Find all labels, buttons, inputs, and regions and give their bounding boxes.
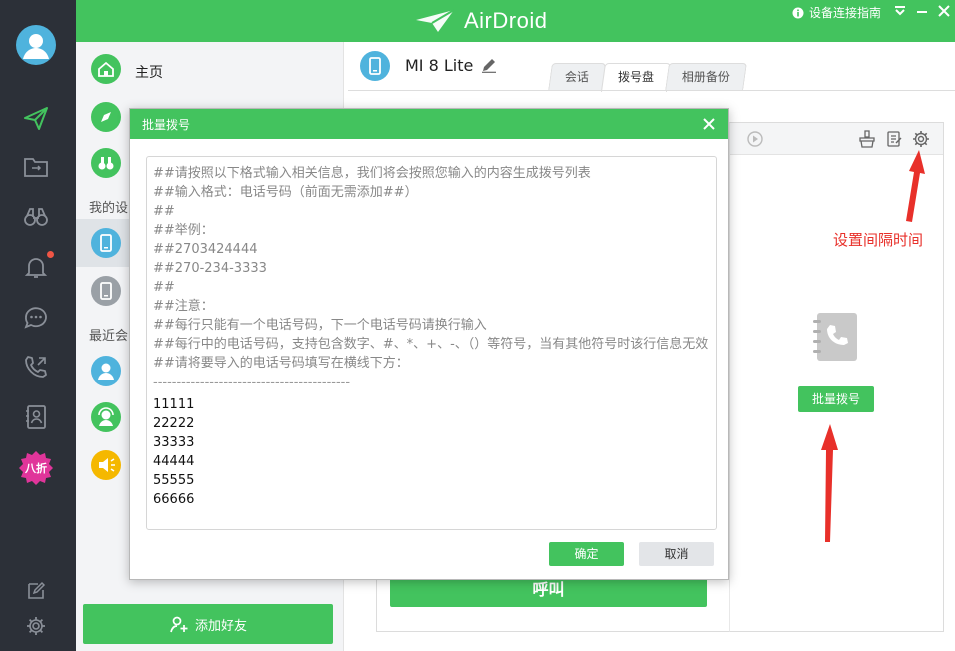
phone-number-entry: 44444	[153, 454, 195, 469]
dialog-title: 批量拨号	[142, 118, 191, 132]
dialog-close-icon[interactable]	[702, 117, 716, 131]
instruction-line: ##270-234-3333	[153, 261, 267, 276]
number-list: 11111 22222 33333 44444 55555 66666	[153, 395, 710, 509]
cancel-button[interactable]: 取消	[639, 542, 714, 566]
phone-number-entry: 33333	[153, 435, 195, 450]
dialog-header: 批量拨号	[130, 109, 728, 139]
phone-number-entry: 11111	[153, 397, 195, 412]
instruction-line: ##请将要导入的电话号码填写在横线下方：	[153, 356, 409, 371]
instruction-line: ##每行中的电话号码，支持包含数字、#、*、+、-、（）等符号，当有其他符号时该…	[153, 337, 709, 352]
instruction-line: ##2703424444	[153, 242, 258, 257]
phone-number-entry: 55555	[153, 473, 195, 488]
instruction-line: ##注意：	[153, 299, 214, 314]
instruction-line: ##举例：	[153, 223, 214, 238]
instruction-line: ##	[153, 280, 175, 295]
separator-line: ----------------------------------------…	[153, 375, 351, 390]
arrow-to-gear	[906, 150, 925, 222]
confirm-button[interactable]: 确定	[549, 542, 624, 566]
arrow-to-batch-button	[821, 424, 838, 542]
instruction-line: ##输入格式：电话号码（前面无需添加##）	[153, 185, 418, 200]
phone-number-entry: 66666	[153, 492, 195, 507]
phone-number-textarea[interactable]: ##请按照以下格式输入相关信息，我们将会按照您输入的内容生成拨号列表 ##输入格…	[146, 156, 717, 530]
phone-number-entry: 22222	[153, 416, 195, 431]
instruction-line: ##每行只能有一个电话号码，下一个电话号码请换行输入	[153, 318, 487, 333]
instruction-line: ##请按照以下格式输入相关信息，我们将会按照您输入的内容生成拨号列表	[153, 166, 591, 181]
instruction-line: ##	[153, 204, 175, 219]
batch-dial-dialog: 批量拨号 ##请按照以下格式输入相关信息，我们将会按照您输入的内容生成拨号列表 …	[129, 108, 729, 580]
